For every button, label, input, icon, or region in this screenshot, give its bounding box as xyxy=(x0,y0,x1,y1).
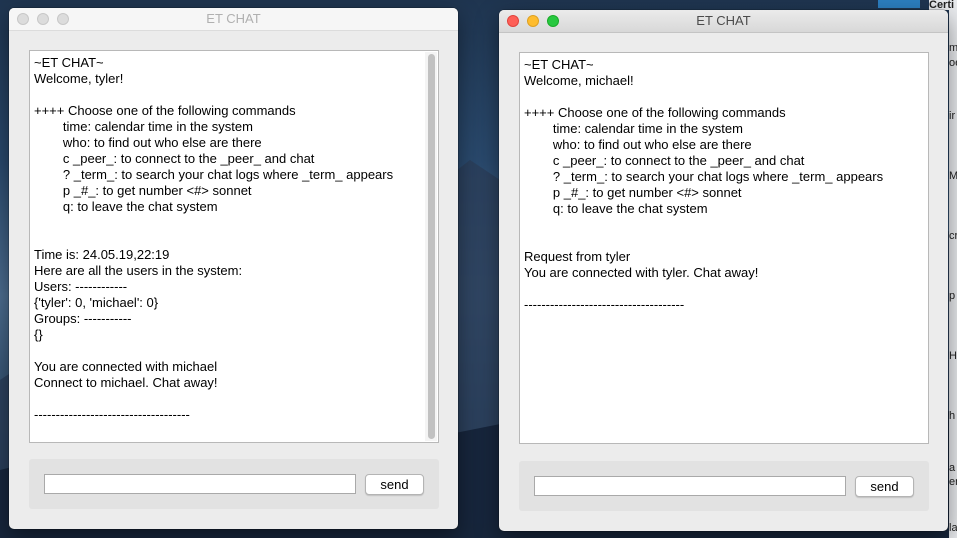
minimize-icon[interactable] xyxy=(527,15,539,27)
close-icon[interactable] xyxy=(507,15,519,27)
bg-text-fragment: ir xyxy=(949,110,956,122)
bg-text-fragment: H xyxy=(949,350,957,362)
bg-text-fragment: m xyxy=(949,42,957,54)
bg-text-fragment: p xyxy=(949,290,956,302)
input-bar: send xyxy=(519,461,929,511)
message-input[interactable] xyxy=(44,474,356,494)
chat-log[interactable]: ~ET CHAT~ Welcome, michael! ++++ Choose … xyxy=(519,52,929,444)
chat-log[interactable]: ~ET CHAT~ Welcome, tyler! ++++ Choose on… xyxy=(29,50,439,443)
window-title: ET CHAT xyxy=(696,13,751,28)
message-input[interactable] xyxy=(534,476,846,496)
bg-text-fragment: er xyxy=(949,476,957,488)
send-button[interactable]: send xyxy=(855,476,914,497)
bg-text-fragment: oe xyxy=(949,57,957,69)
send-button[interactable]: send xyxy=(365,474,424,495)
zoom-icon[interactable] xyxy=(547,15,559,27)
minimize-icon[interactable] xyxy=(37,13,49,25)
window-titlebar[interactable]: ET CHAT xyxy=(499,10,948,33)
bg-text-fragment: M xyxy=(949,170,957,182)
chat-window-michael: ET CHAT ~ET CHAT~ Welcome, michael! ++++… xyxy=(499,10,948,531)
bg-text-fragment: h xyxy=(949,410,956,422)
bg-text-fragment: Certi xyxy=(929,0,957,10)
chat-log-text: ~ET CHAT~ Welcome, tyler! ++++ Choose on… xyxy=(34,55,394,422)
background-window-edge: m oe ir M cr p H h a er lar xyxy=(949,0,957,538)
scrollbar[interactable] xyxy=(425,52,437,441)
bg-text-fragment: cr xyxy=(949,230,957,242)
close-icon[interactable] xyxy=(17,13,29,25)
bg-text-fragment: a xyxy=(949,462,956,474)
chat-log-text: ~ET CHAT~ Welcome, michael! ++++ Choose … xyxy=(524,57,884,312)
window-title: ET CHAT xyxy=(206,11,261,26)
bg-text-fragment: lar xyxy=(949,522,957,534)
input-bar: send xyxy=(29,459,439,509)
zoom-icon[interactable] xyxy=(57,13,69,25)
chat-window-tyler: ET CHAT ~ET CHAT~ Welcome, tyler! ++++ C… xyxy=(9,8,458,529)
background-window-tab xyxy=(878,0,920,8)
scrollbar-thumb[interactable] xyxy=(428,54,435,439)
window-titlebar[interactable]: ET CHAT xyxy=(9,8,458,31)
